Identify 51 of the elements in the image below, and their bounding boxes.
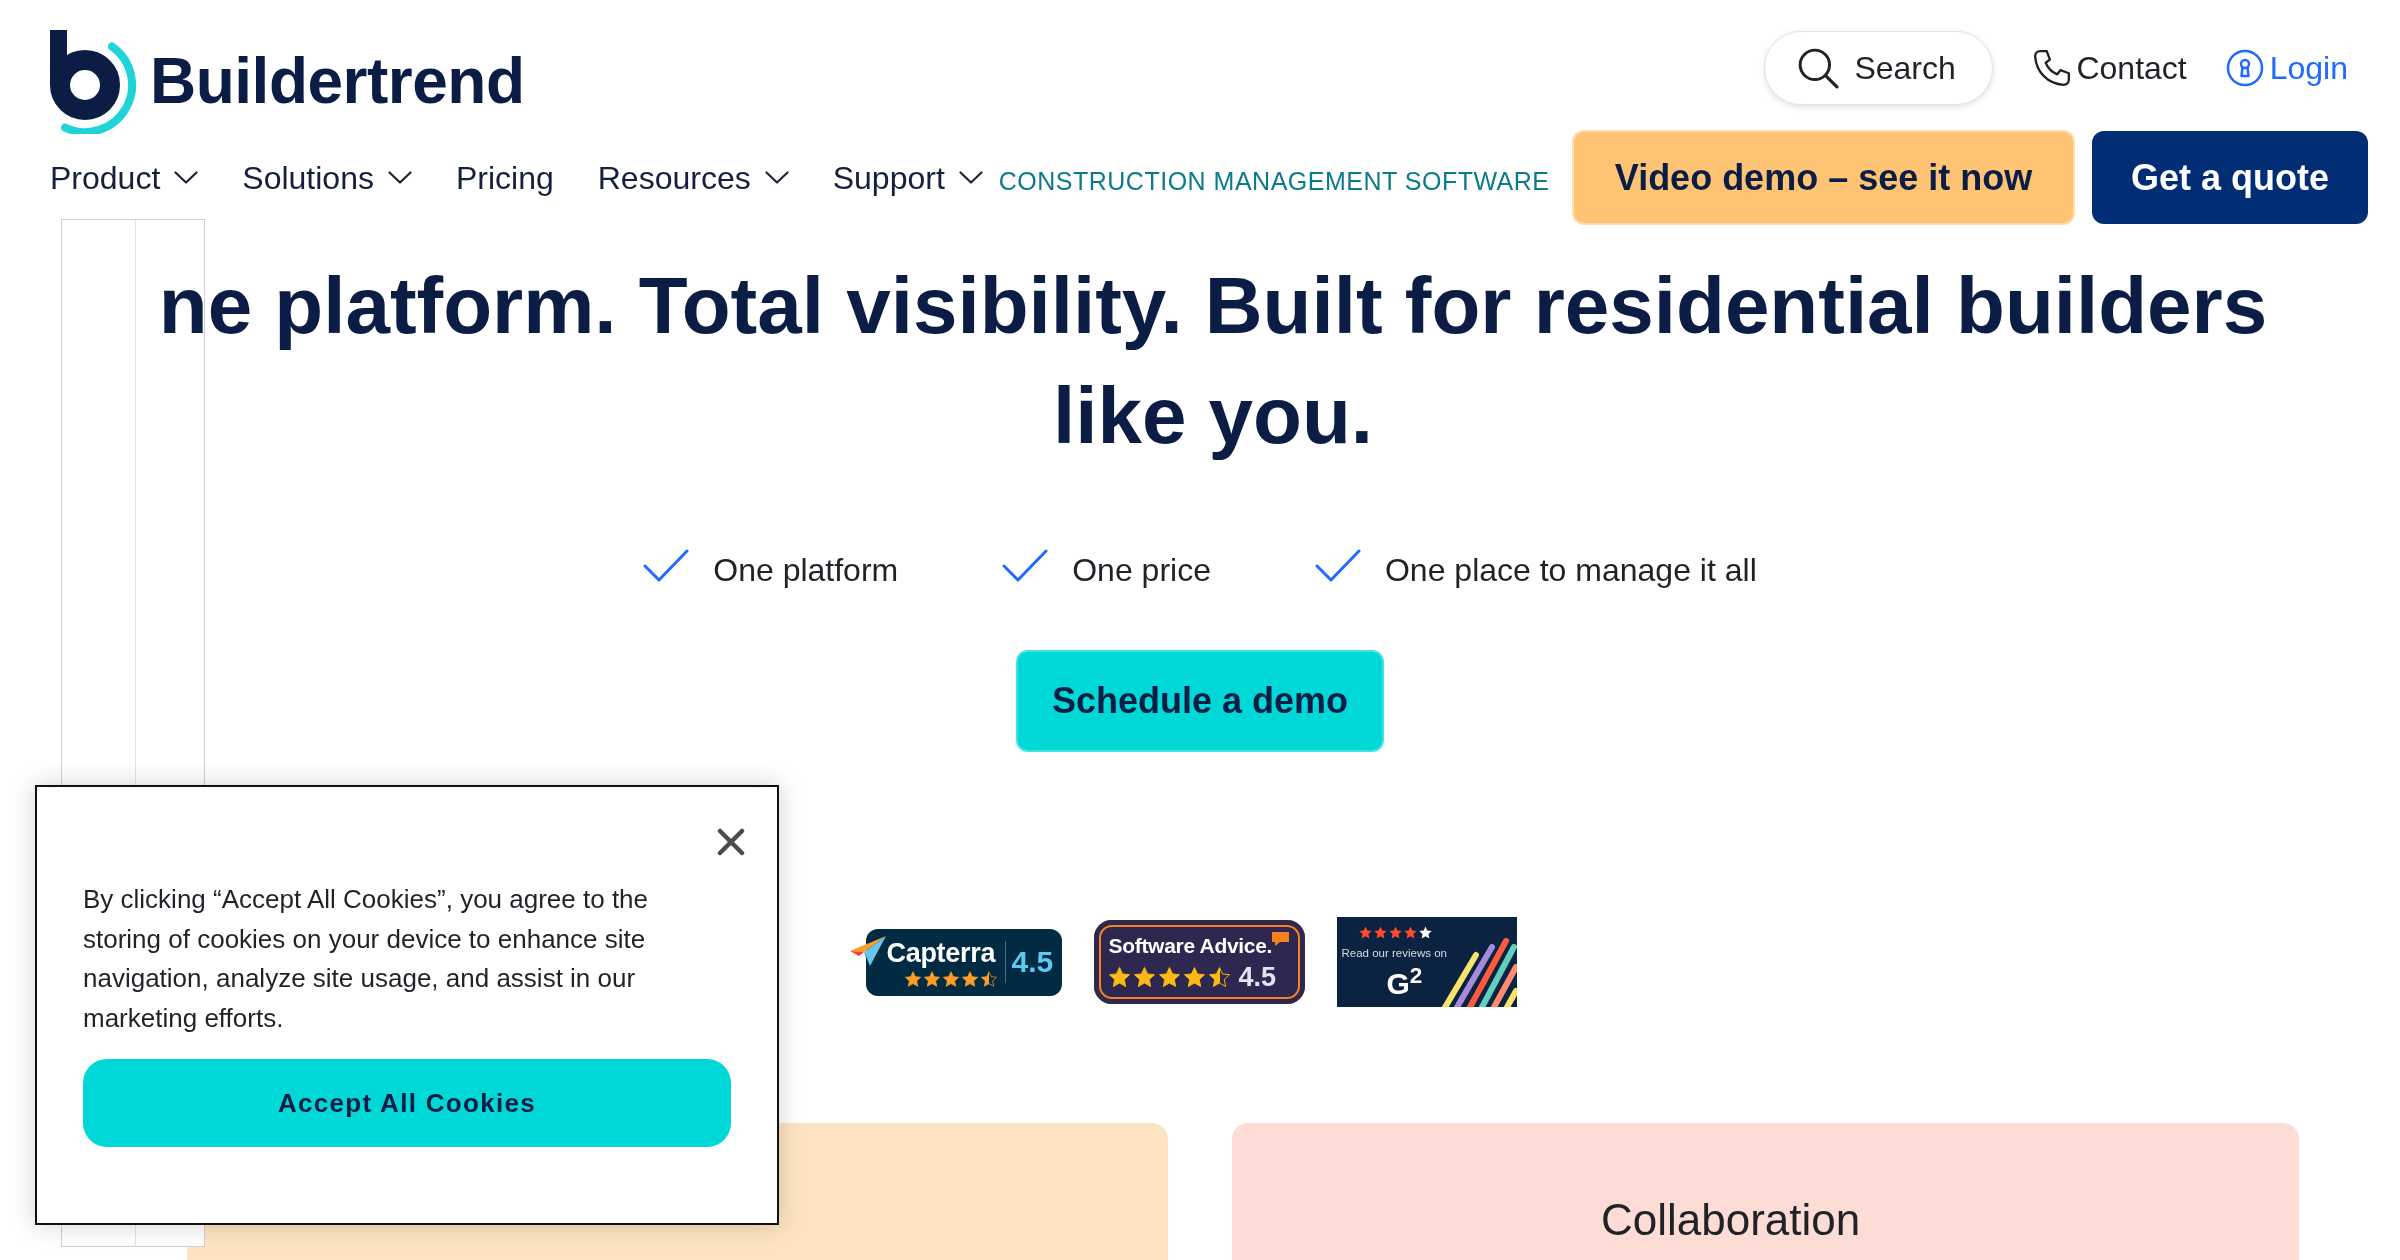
star-icon — [1358, 926, 1372, 939]
star-icon — [980, 970, 997, 987]
star-icon — [1183, 966, 1205, 987]
rating-score: 4.5 — [1011, 945, 1054, 979]
close-icon — [717, 828, 745, 856]
accept-cookies-button[interactable]: Accept All Cookies — [83, 1059, 731, 1147]
card-title: Collaboration — [1601, 1195, 1861, 1244]
star-icon — [1108, 966, 1130, 987]
brand-wordmark: Buildertrend — [150, 45, 525, 117]
tagline-text: CONSTRUCTION MANAGEMENT SOFTWARE — [998, 165, 1550, 197]
get-quote-button[interactable]: Get a quote — [2092, 131, 2368, 224]
badge-brand-name: Software Advice. — [1108, 933, 1273, 958]
nav-item[interactable]: Pricing — [455, 157, 554, 198]
schedule-demo-button[interactable]: Schedule a demo — [1016, 650, 1384, 752]
paper-plane-icon — [849, 935, 886, 966]
star-icon — [904, 970, 921, 987]
benefit-text: One place to manage it all — [1384, 551, 1757, 590]
nav-item[interactable]: Resources — [597, 157, 789, 198]
star-icon — [1133, 966, 1155, 987]
hero-heading: ne platform. Total visibility. Built for residential builders like you. — [157, 260, 2269, 462]
contact-link[interactable]: Contact — [2032, 48, 2187, 88]
star-icon — [1208, 966, 1230, 987]
badge-brand-name: Capterra — [886, 937, 997, 968]
check-icon — [1314, 548, 1361, 584]
star-icon — [1418, 926, 1432, 939]
star-icon — [1388, 926, 1402, 939]
benefit-text: One platform — [713, 551, 899, 590]
rating-score: 4.5 — [1238, 962, 1277, 991]
star-icon — [923, 970, 940, 987]
benefit-text: One price — [1072, 551, 1211, 590]
close-button[interactable] — [717, 828, 745, 856]
star-icon — [961, 970, 978, 987]
keyhole-icon — [2225, 49, 2264, 87]
check-icon — [1002, 548, 1049, 584]
nav-item[interactable]: Product — [50, 157, 199, 198]
speech-bubble-icon — [1272, 931, 1290, 946]
nav-item[interactable]: Solutions — [242, 157, 412, 198]
badge-caption: Read our reviews on — [1341, 946, 1447, 960]
star-icon — [1373, 926, 1387, 939]
video-demo-button[interactable]: Video demo – see it now — [1572, 130, 2075, 225]
cookie-message: By clicking “Accept All Cookies”, you agree to the storing of cookies on your device to enhance site navigation, analyze site usage, and assist in our marketing efforts. — [83, 883, 650, 1035]
phone-icon — [2032, 48, 2073, 88]
nav-item[interactable]: Support — [832, 157, 983, 198]
check-icon — [643, 548, 690, 584]
g2-logo: G$^{2}$ — [1386, 967, 1423, 1001]
star-icon — [942, 970, 959, 987]
search-icon — [1797, 47, 1840, 89]
login-link[interactable]: Login — [2225, 48, 2348, 88]
star-icon — [1403, 926, 1417, 939]
search-button[interactable]: Search — [1764, 31, 1994, 105]
star-icon — [1158, 966, 1180, 987]
